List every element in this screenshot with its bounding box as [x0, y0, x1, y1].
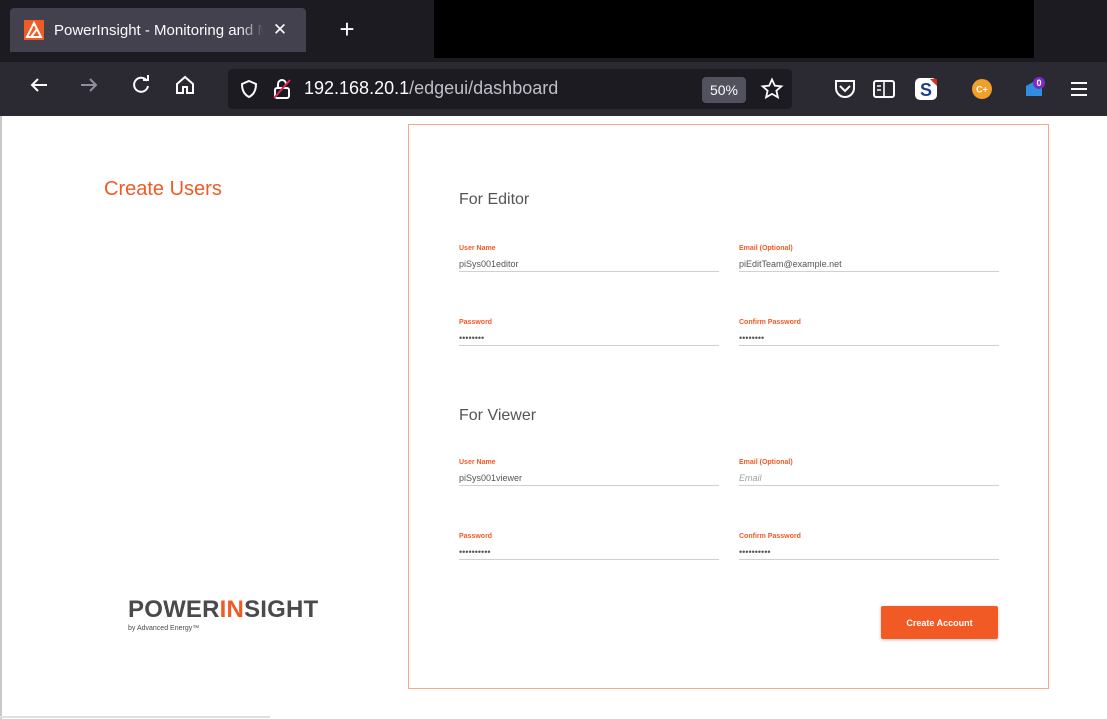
tracking-protection-shield-icon[interactable]: [240, 79, 258, 99]
viewer-username-input[interactable]: [459, 466, 719, 486]
create-users-card: For Editor User Name Email (Optional) Pa…: [408, 124, 1049, 689]
viewer-section-title: For Viewer: [459, 407, 537, 424]
pocket-icon[interactable]: [832, 76, 858, 102]
editor-password-input[interactable]: [459, 326, 719, 346]
editor-email-input[interactable]: [739, 252, 999, 272]
editor-confirm-password-label: Confirm Password: [739, 319, 801, 326]
hamburger-menu-icon[interactable]: [1066, 76, 1092, 102]
logo-wordmark: POWERINSIGHT: [128, 596, 319, 623]
tab-title: PowerInsight - Monitoring and Management: [54, 21, 264, 39]
page-bottom-divider: [0, 716, 270, 718]
reader-view-icon[interactable]: [871, 76, 897, 102]
page-left-border: [0, 116, 2, 719]
browser-tab[interactable]: PowerInsight - Monitoring and Management…: [10, 8, 306, 52]
url-bar[interactable]: 192.168.20.1/edgeui/dashboard 50%: [228, 69, 792, 109]
editor-password-label: Password: [459, 319, 493, 326]
zoom-level-badge[interactable]: 50%: [702, 77, 746, 103]
viewer-confirm-password-label: Confirm Password: [739, 533, 801, 540]
powerinsight-favicon-icon: [24, 20, 44, 40]
viewer-email-input[interactable]: [739, 466, 999, 486]
editor-username-field: User Name: [459, 245, 719, 272]
viewer-email-field: Email (Optional): [739, 459, 999, 486]
new-tab-button[interactable]: +: [332, 14, 362, 44]
redacted-area: [434, 0, 1034, 58]
url-host: 192.168.20.1: [304, 78, 410, 98]
viewer-confirm-password-input[interactable]: [739, 540, 999, 560]
viewer-password-field: Password: [459, 533, 719, 560]
editor-section-title: For Editor: [459, 191, 530, 208]
editor-email-field: Email (Optional): [739, 245, 999, 272]
create-account-button[interactable]: Create Account: [881, 606, 998, 639]
editor-email-label: Email (Optional): [739, 245, 793, 252]
home-icon[interactable]: [170, 74, 200, 104]
insecure-lock-icon[interactable]: [272, 78, 292, 100]
url-text[interactable]: 192.168.20.1/edgeui/dashboard: [304, 78, 558, 99]
url-path: /edgeui/dashboard: [409, 78, 559, 98]
viewer-username-label: User Name: [459, 459, 496, 466]
viewer-confirm-password-field: Confirm Password: [739, 533, 999, 560]
browser-tab-bar: PowerInsight - Monitoring and Management…: [0, 0, 1107, 62]
logo-subtitle: by Advanced Energy™: [128, 625, 200, 632]
svg-text:S: S: [920, 80, 932, 100]
reload-icon[interactable]: [126, 74, 156, 104]
editor-password-field: Password: [459, 319, 719, 346]
page-title: Create Users: [104, 178, 222, 200]
editor-confirm-password-input[interactable]: [739, 326, 999, 346]
tab-close-icon[interactable]: ✕: [268, 20, 292, 40]
viewer-password-label: Password: [459, 533, 493, 540]
editor-confirm-password-field: Confirm Password: [739, 319, 999, 346]
forward-arrow-icon[interactable]: [74, 74, 104, 104]
svg-text:0: 0: [1036, 78, 1041, 88]
editor-username-input[interactable]: [459, 252, 719, 272]
editor-username-label: User Name: [459, 245, 496, 252]
svg-text:C+: C+: [976, 85, 988, 95]
powerinsight-logo: POWERINSIGHT by Advanced Energy™: [128, 596, 318, 632]
extension-orange-icon[interactable]: C+: [969, 76, 995, 102]
bookmark-star-icon[interactable]: [760, 77, 784, 101]
extension-s-icon[interactable]: S: [913, 76, 939, 102]
viewer-username-field: User Name: [459, 459, 719, 486]
browser-toolbar: 192.168.20.1/edgeui/dashboard 50% S C+ 0: [0, 62, 1107, 116]
extension-badge-icon[interactable]: 0: [1022, 76, 1048, 102]
back-arrow-icon[interactable]: [24, 74, 54, 104]
viewer-email-label: Email (Optional): [739, 459, 793, 466]
viewer-password-input[interactable]: [459, 540, 719, 560]
